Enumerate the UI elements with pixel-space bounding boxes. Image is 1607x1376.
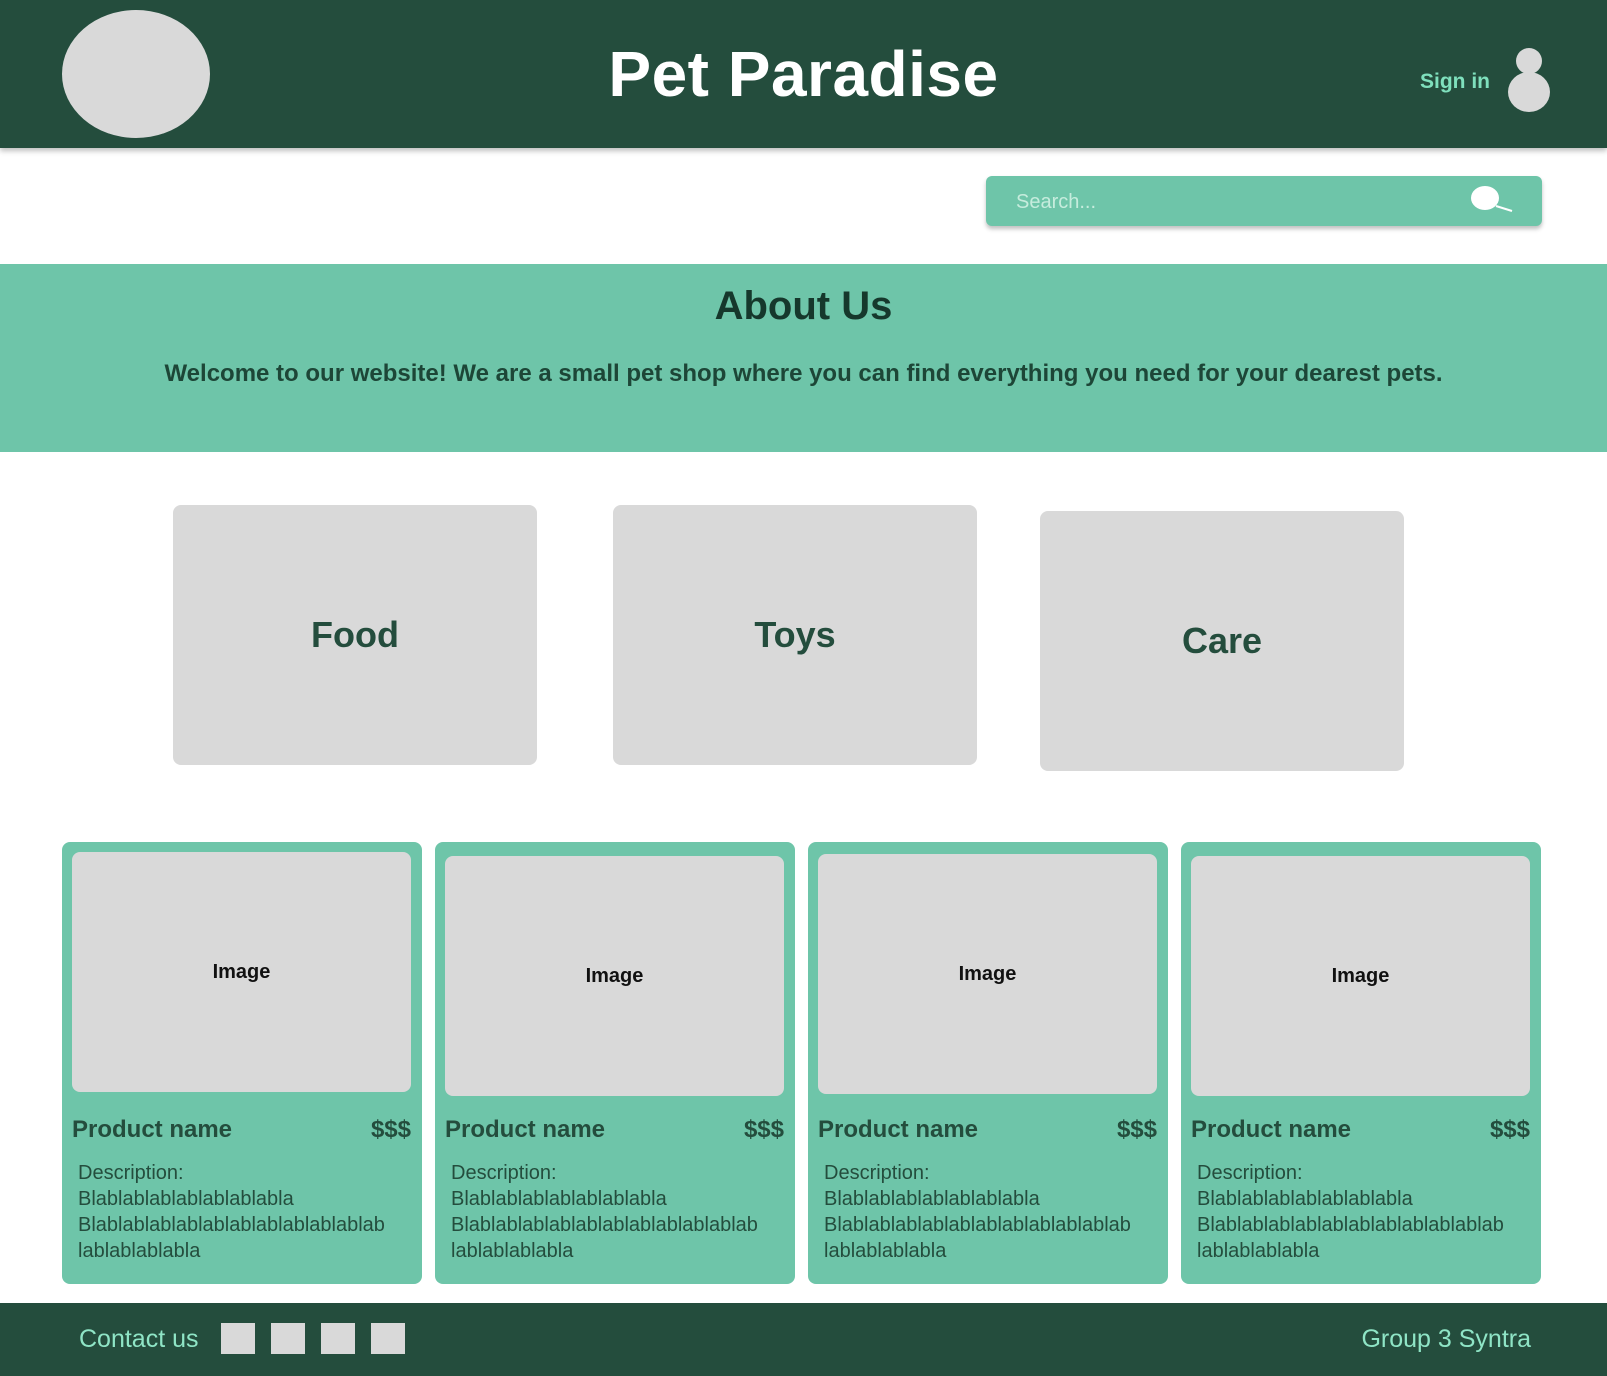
product-card[interactable]: Image Product name $$$ Description: Blab… — [62, 842, 422, 1284]
description-line: Blablablablablablablablablablablab — [1197, 1214, 1504, 1236]
product-description: Description: Blablablablablablablabla Bl… — [78, 1160, 418, 1264]
description-line: lablablablabla — [451, 1240, 574, 1262]
category-label: Toys — [754, 614, 836, 655]
social-link-3[interactable] — [321, 1323, 355, 1354]
product-description: Description: Blablablablablablablabla Bl… — [824, 1160, 1164, 1264]
social-link-2[interactable] — [271, 1323, 305, 1354]
site-header: Pet Paradise Sign in — [0, 0, 1607, 148]
product-image[interactable]: Image — [72, 852, 411, 1092]
search-input[interactable] — [1014, 176, 1458, 228]
product-price: $$$ — [1489, 1116, 1530, 1143]
about-title: About Us — [714, 284, 893, 328]
description-line: Blablablablablablablabla — [1197, 1188, 1413, 1210]
product-name[interactable]: Product name — [445, 1116, 605, 1144]
product-name[interactable]: Product name — [72, 1116, 232, 1144]
category-toys[interactable]: Toys — [613, 505, 977, 765]
contact-us-link[interactable]: Contact us — [79, 1325, 199, 1354]
description-line: Blablablablablablablablablablablab — [451, 1214, 758, 1236]
description-line: lablablablabla — [1197, 1240, 1320, 1262]
user-icon-body — [1508, 72, 1550, 112]
category-label: Food — [311, 614, 399, 655]
search-bar — [986, 176, 1542, 228]
category-food[interactable]: Food — [173, 505, 537, 765]
product-card[interactable]: Image Product name $$$ Description: Blab… — [435, 842, 795, 1284]
product-name[interactable]: Product name — [818, 1116, 978, 1144]
image-placeholder-label: Image — [958, 962, 1017, 985]
site-footer: Contact us Group 3 Syntra — [0, 1303, 1607, 1376]
product-description: Description: Blablablablablablablabla Bl… — [1197, 1160, 1537, 1264]
description-label: Description: — [451, 1162, 557, 1184]
description-line: Blablablablablablablablablablablab — [824, 1214, 1131, 1236]
description-label: Description: — [1197, 1162, 1303, 1184]
description-line: Blablablablablablablabla — [451, 1188, 667, 1210]
search-icon[interactable] — [1470, 184, 1518, 218]
product-card[interactable]: Image Product name $$$ Description: Blab… — [808, 842, 1168, 1284]
description-line: Blablablablablablablablablablablab — [78, 1214, 385, 1236]
product-image[interactable]: Image — [818, 854, 1157, 1094]
footer-credit: Group 3 Syntra — [1361, 1325, 1531, 1353]
image-placeholder-label: Image — [585, 964, 644, 987]
product-description: Description: Blablablablablablablabla Bl… — [451, 1160, 791, 1264]
social-link-4[interactable] — [371, 1323, 405, 1354]
image-placeholder-label: Image — [1331, 964, 1390, 987]
sign-in-link[interactable]: Sign in — [1420, 70, 1490, 94]
description-line: lablablablabla — [824, 1240, 947, 1262]
category-care[interactable]: Care — [1040, 511, 1404, 771]
product-card[interactable]: Image Product name $$$ Description: Blab… — [1181, 842, 1541, 1284]
product-price: $$$ — [370, 1116, 411, 1143]
product-image[interactable]: Image — [1191, 856, 1530, 1096]
user-icon-head — [1516, 48, 1542, 74]
category-label: Care — [1181, 620, 1263, 661]
product-name[interactable]: Product name — [1191, 1116, 1351, 1144]
image-placeholder-label: Image — [212, 960, 271, 983]
description-line: lablablablabla — [78, 1240, 201, 1262]
site-title: Pet Paradise — [608, 38, 999, 110]
description-line: Blablablablablablablabla — [824, 1188, 1040, 1210]
description-label: Description: — [824, 1162, 930, 1184]
product-price: $$$ — [1116, 1116, 1157, 1143]
product-price: $$$ — [743, 1116, 784, 1143]
about-section: About Us Welcome to our website! We are … — [0, 264, 1607, 452]
description-line: Blablablablablablablabla — [78, 1188, 294, 1210]
social-link-1[interactable] — [221, 1323, 255, 1354]
user-icon[interactable] — [1508, 48, 1550, 112]
about-text: Welcome to our website! We are a small p… — [164, 360, 1443, 387]
product-image[interactable]: Image — [445, 856, 784, 1096]
description-label: Description: — [78, 1162, 184, 1184]
